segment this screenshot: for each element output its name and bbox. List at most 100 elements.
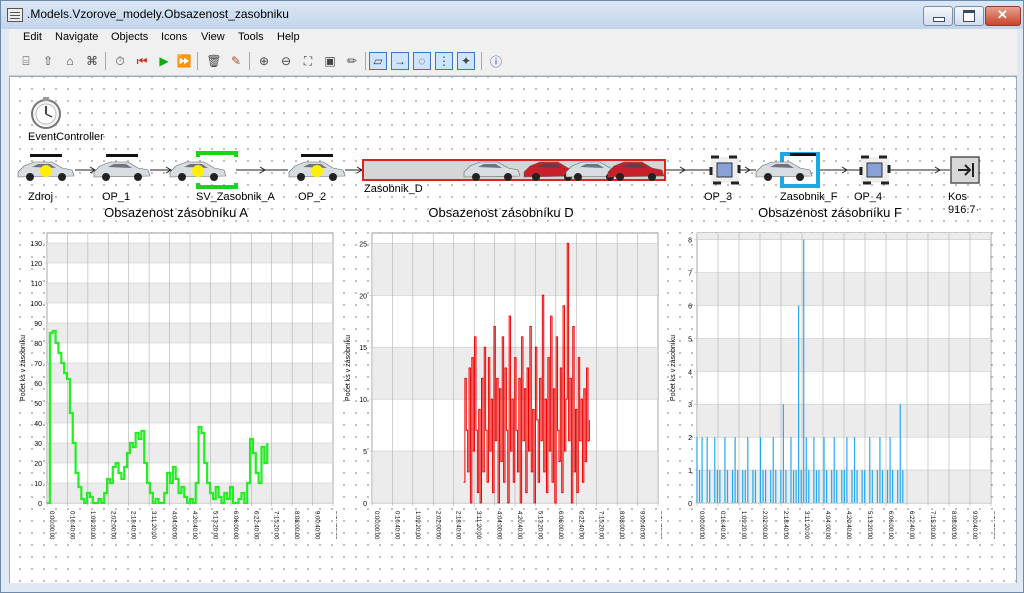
kos-drain-icon[interactable] xyxy=(950,156,980,184)
y-tick-label: 40 xyxy=(34,421,42,428)
y-tick-label: 2 xyxy=(688,435,692,442)
chart-zasobnik-f: Obsazenost zásobníku F 0 1 2 3 4 5 6 7 8 0:00:00:… xyxy=(665,205,998,582)
toolbar-separator xyxy=(481,52,482,70)
zoom-in-icon[interactable]: ⊕ xyxy=(255,52,273,70)
minimize-button[interactable] xyxy=(923,6,953,26)
y-tick-label: 3 xyxy=(688,402,692,409)
fit-icon[interactable]: ⛶ xyxy=(299,52,317,70)
x-tick-label: 6:06:00:00 xyxy=(887,511,893,540)
dynamics-icon[interactable]: ✦ xyxy=(457,52,475,70)
car-wheel xyxy=(26,173,34,181)
broom-icon[interactable]: ✎ xyxy=(227,52,245,70)
icon-mode-icon[interactable]: ▱ xyxy=(369,52,387,70)
y-tick-label: 0 xyxy=(363,501,367,508)
car-wheel xyxy=(648,173,656,181)
toolbar-separator xyxy=(249,52,250,70)
root-icon[interactable]: ⌘ xyxy=(83,52,101,70)
chart-f-svg: 0 1 2 3 4 5 6 7 8 0:00:00:00 0:16:40:00 1:09:20:00 2… xyxy=(670,232,998,540)
x-tick-label: 2:18:40:00 xyxy=(782,511,788,540)
op3-station-icon[interactable] xyxy=(709,155,741,185)
display-icon[interactable]: ▣ xyxy=(321,52,339,70)
car-wheel xyxy=(472,173,480,181)
x-tick-label: 9:17:20:00 xyxy=(992,511,995,540)
delete-icon[interactable]: 🗑 xyxy=(205,52,223,70)
car-op2[interactable] xyxy=(288,154,346,181)
x-tick-label: 1:09:20:00 xyxy=(740,511,746,540)
x-tick-label: 1:09:20:00 xyxy=(89,511,95,540)
toolbar-separator xyxy=(105,52,106,70)
connector-icon[interactable]: → xyxy=(391,52,409,70)
car-op1[interactable] xyxy=(93,154,151,181)
x-tick-label: 8:08:00:00 xyxy=(950,511,956,540)
x-tick-label: 5:13:20:00 xyxy=(866,511,872,540)
x-tick-label: 0:16:40:00 xyxy=(393,511,399,540)
sv-zasobnik-a-label: SV_Zasobnik_A xyxy=(196,191,275,203)
y-tick-label: 8 xyxy=(688,238,692,245)
start-icon[interactable]: ▶ xyxy=(155,52,173,70)
car-sv-zasobnik-a[interactable] xyxy=(169,161,227,181)
close-button[interactable] xyxy=(985,6,1021,26)
home-icon[interactable]: ⌂ xyxy=(61,52,79,70)
x-tick-label: 4:20:40:00 xyxy=(845,511,851,540)
y-tick-label: 0 xyxy=(38,501,42,508)
menu-objects[interactable]: Objects xyxy=(111,31,148,43)
open-icon[interactable]: ⌸ xyxy=(17,52,35,70)
event-controller-icon[interactable] xyxy=(31,97,61,129)
y-axis-label: Počet ks v zásobníku xyxy=(20,335,27,401)
op4-station-icon[interactable] xyxy=(859,155,891,185)
x-tick-label: 8:08:00:00 xyxy=(293,511,299,540)
op1-label: OP_1 xyxy=(102,191,131,203)
car-wheel xyxy=(796,173,804,181)
help-icon[interactable]: ⓘ xyxy=(487,52,505,70)
car-wheel xyxy=(297,173,305,181)
reset-icon[interactable]: ⏮ xyxy=(133,52,151,70)
zdroj-label: Zdroj xyxy=(28,191,54,203)
zasobnik-f-label: Zasobnik_F xyxy=(780,191,838,203)
car-wheel xyxy=(329,173,337,181)
zasobnik-d-label: Zasobnik_D xyxy=(364,183,423,195)
x-tick-label: 2:18:40:00 xyxy=(455,511,461,540)
menu-help[interactable]: Help xyxy=(277,31,300,43)
up-icon[interactable]: ⇧ xyxy=(39,52,57,70)
x-tick-label: 2:02:00:00 xyxy=(109,511,115,540)
comment-icon[interactable]: ◌ xyxy=(413,52,431,70)
y-tick-label: 10 xyxy=(34,481,42,488)
x-tick-label: 7:15:20:00 xyxy=(929,511,935,540)
car-wheel xyxy=(574,173,582,181)
menu-view[interactable]: View xyxy=(201,31,225,43)
car-wheel xyxy=(210,173,218,181)
toolbar: ⌸ ⇧ ⌂ ⌘ ⏱ ⏮ ▶ ⏩ 🗑 ✎ ⊕ ⊖ ⛶ ▣ ✏ ▱ → ◌ ⋮ ✦ … xyxy=(9,47,1017,76)
chart-zasobnik-a: Obsazenost zásobníku A 0 10 20 30 40 50 60 70 80… xyxy=(15,205,340,582)
menu-icons[interactable]: Icons xyxy=(161,31,187,43)
y-tick-label: 60 xyxy=(34,381,42,388)
y-tick-label: 90 xyxy=(34,321,42,328)
x-tick-label: 0:16:40:00 xyxy=(68,511,74,540)
fast-forward-icon[interactable]: ⏩ xyxy=(175,52,193,70)
menu-navigate[interactable]: Navigate xyxy=(55,31,98,43)
menu-bar: Edit Navigate Objects Icons View Tools H… xyxy=(9,29,1017,47)
menu-edit[interactable]: Edit xyxy=(23,31,42,43)
x-tick-label: 4:04:00:00 xyxy=(171,511,177,540)
pen-icon[interactable]: ✏ xyxy=(343,52,361,70)
grid-icon[interactable]: ⋮ xyxy=(435,52,453,70)
timer-icon[interactable]: ⏱ xyxy=(111,52,129,70)
chart-a-title: Obsazenost zásobníku A xyxy=(104,205,248,220)
model-canvas[interactable]: EventController Zdroj OP_1 SV_Zasobnik_A… xyxy=(9,76,1017,584)
y-tick-label: 6 xyxy=(688,303,692,310)
application-window: .Models.Vzorove_modely.Obsazenost_zasobn… xyxy=(0,0,1024,593)
x-tick-label: 7:15:20:00 xyxy=(273,511,279,540)
x-tick-label: 8:08:00:00 xyxy=(618,511,624,540)
menu-tools[interactable]: Tools xyxy=(238,31,264,43)
y-tick-label: 120 xyxy=(30,261,42,268)
maximize-button[interactable] xyxy=(954,6,984,26)
car-zdroj[interactable] xyxy=(17,154,75,181)
zoom-out-icon[interactable]: ⊖ xyxy=(277,52,295,70)
car-wheel xyxy=(134,173,142,181)
chart-d-svg: 0 5 10 15 20 25 0:00:00:00 0:16:40:00 1:09:20:00… xyxy=(345,232,665,540)
car-wheel xyxy=(764,173,772,181)
toolbar-separator xyxy=(365,52,366,70)
x-tick-label: 2:18:40:00 xyxy=(130,511,136,540)
x-tick-label: 4:04:00:00 xyxy=(824,511,830,540)
status-dot xyxy=(311,165,323,177)
title-bar[interactable]: .Models.Vzorove_modely.Obsazenost_zasobn… xyxy=(1,1,1023,29)
